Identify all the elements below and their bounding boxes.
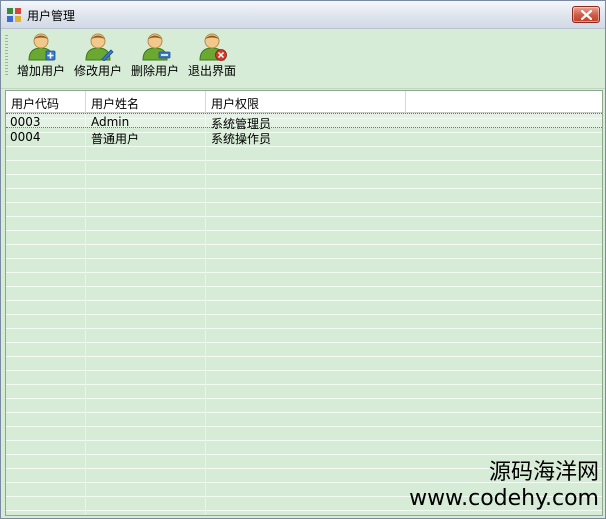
user-table[interactable]: 用户代码 用户姓名 用户权限 0003 Admin 系统管理员 0004 普通用… (5, 90, 603, 516)
user-add-icon (28, 33, 56, 61)
table-header: 用户代码 用户姓名 用户权限 (6, 91, 602, 113)
toolbar: 增加用户 修改用户 删除用户 退出界面 (1, 29, 605, 85)
delete-user-label: 删除用户 (130, 64, 179, 78)
delete-user-button[interactable]: 删除用户 (127, 31, 183, 81)
cell-user-code: 0003 (10, 115, 41, 129)
watermark-line2: www.codehy.com (409, 486, 599, 511)
table-row[interactable]: 0003 Admin 系统管理员 (6, 113, 602, 131)
edit-user-label: 修改用户 (73, 64, 122, 78)
column-gridline (85, 113, 86, 515)
window-title: 用户管理 (27, 9, 76, 23)
app-icon (7, 8, 21, 22)
cell-user-code: 0004 (10, 130, 41, 144)
cell-user-name: 普通用户 (91, 132, 140, 146)
close-button[interactable] (572, 6, 600, 23)
title-bar[interactable]: 用户管理 (1, 1, 605, 29)
exit-button[interactable]: 退出界面 (184, 31, 240, 81)
table-row[interactable]: 0004 普通用户 系统操作员 (6, 129, 602, 146)
column-header-user-code[interactable]: 用户代码 (11, 95, 59, 112)
exit-label: 退出界面 (187, 64, 236, 78)
watermark-line1: 源码海洋网 (488, 460, 599, 485)
user-delete-icon (142, 33, 171, 61)
cell-user-permission: 系统操作员 (211, 132, 272, 146)
cell-user-name: Admin (91, 115, 130, 129)
close-icon (581, 10, 592, 20)
watermark: 源码海洋网 www.codehy.com (409, 460, 599, 512)
user-management-window: 用户管理 增加用户 修改用户 删除用户 退出界面 用户代码 用户姓名 用户权限 … (0, 0, 606, 519)
column-divider[interactable] (205, 91, 206, 113)
edit-user-button[interactable]: 修改用户 (70, 31, 126, 81)
toolbar-separator (1, 85, 605, 89)
toolbar-grip[interactable] (5, 35, 8, 77)
add-user-button[interactable]: 增加用户 (13, 31, 69, 81)
column-header-user-name[interactable]: 用户姓名 (91, 95, 139, 112)
column-divider[interactable] (85, 91, 86, 113)
user-exit-icon (199, 33, 227, 61)
user-edit-icon (85, 33, 114, 61)
column-gridline (205, 113, 206, 515)
column-divider[interactable] (405, 91, 406, 113)
add-user-label: 增加用户 (16, 64, 65, 78)
column-header-user-permission[interactable]: 用户权限 (211, 95, 259, 112)
